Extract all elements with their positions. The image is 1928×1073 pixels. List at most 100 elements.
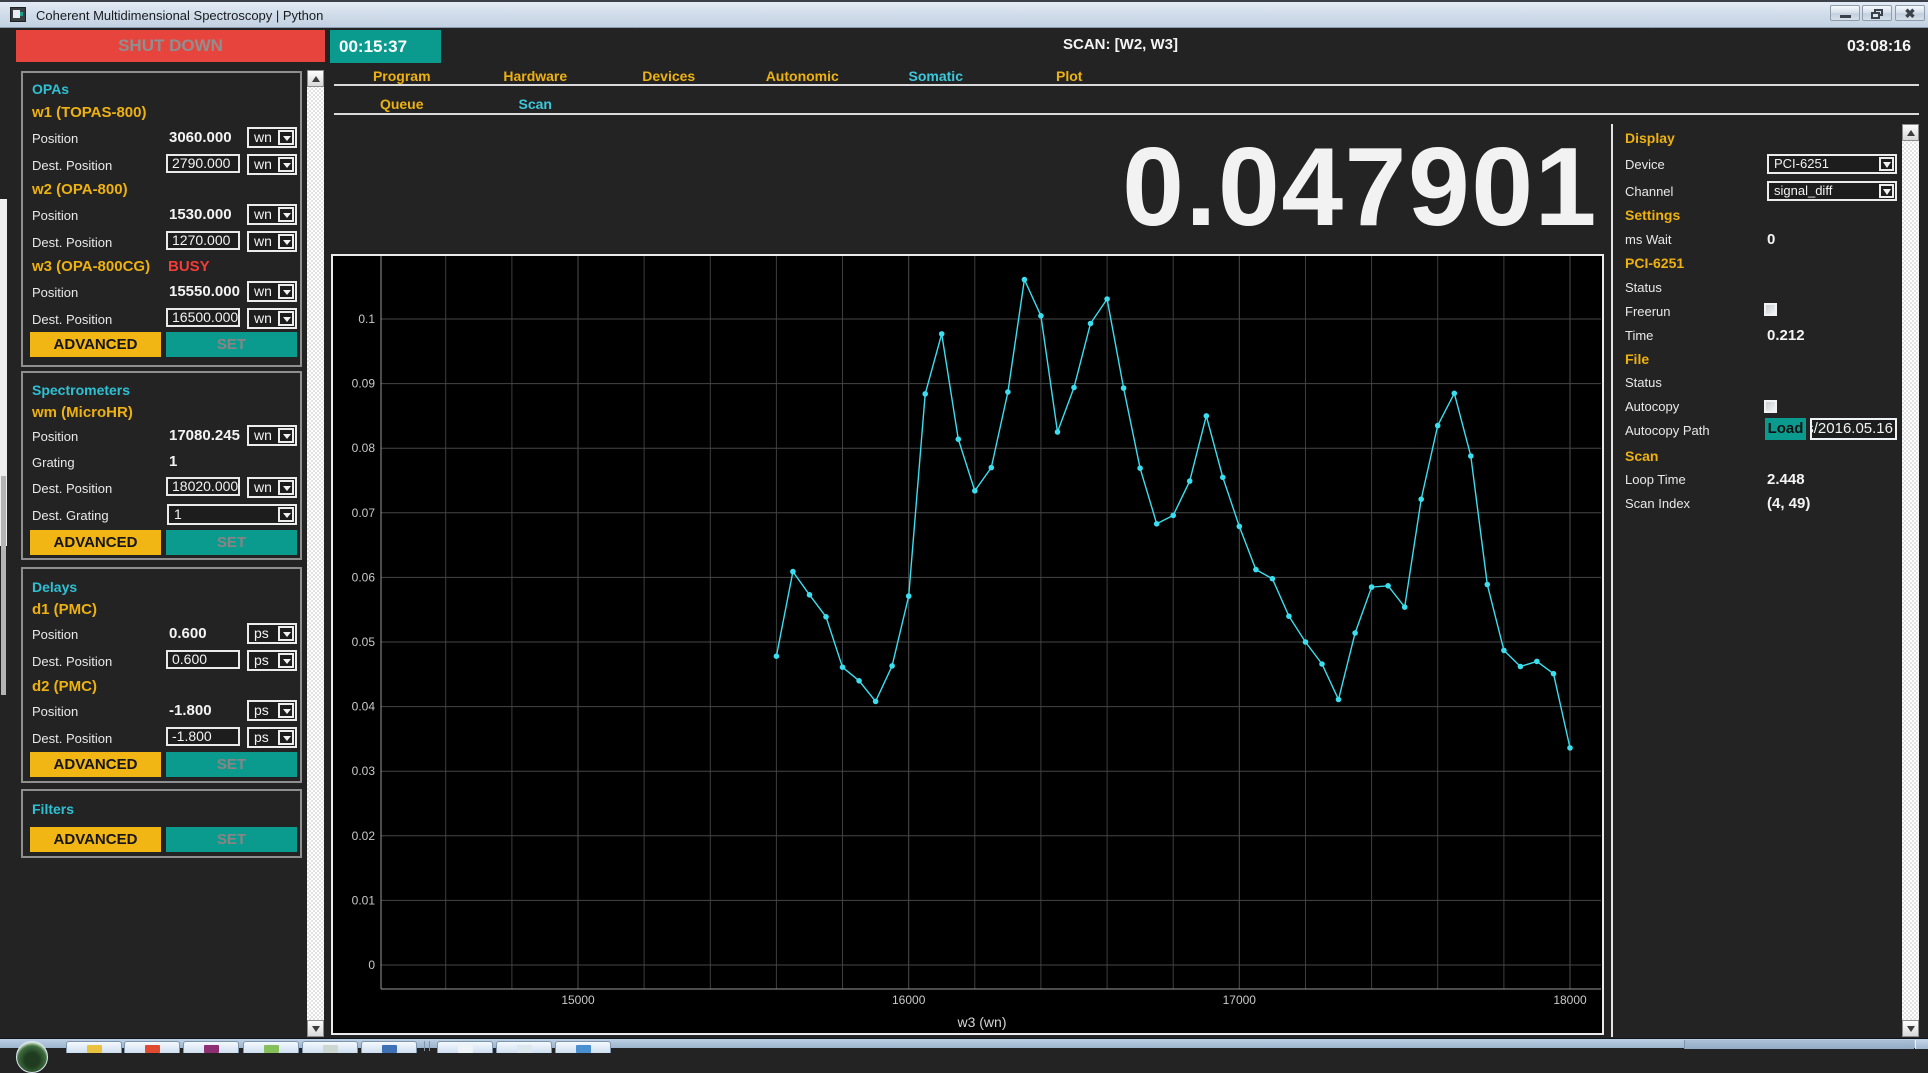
w1-position-unit-select[interactable]: wn: [247, 127, 297, 148]
dropdown-arrow-icon: [1879, 184, 1894, 198]
scroll-down-icon[interactable]: [1902, 1020, 1919, 1037]
channel-select[interactable]: signal_diff: [1767, 181, 1897, 201]
filters-set-button[interactable]: SET: [166, 827, 297, 852]
w2-dest-label: Dest. Position: [32, 235, 112, 250]
delays-groupbox: Delays d1 (PMC) Position 0.600 ps Dest. …: [21, 567, 302, 783]
filters-title: Filters: [32, 801, 74, 817]
close-button[interactable]: ✖: [1895, 5, 1925, 21]
dropdown-arrow-icon: [278, 284, 294, 299]
start-button[interactable]: [16, 1041, 48, 1073]
d2-position-unit-select[interactable]: ps: [247, 700, 297, 721]
d2-dest-label: Dest. Position: [32, 731, 112, 746]
w3-position-value: 15550.000: [169, 283, 241, 300]
autocopy-path-input[interactable]: s/2016.05.16: [1810, 418, 1897, 440]
taskbar-button-7[interactable]: [437, 1041, 493, 1053]
wm-dest-unit-select[interactable]: wn: [247, 477, 297, 498]
taskbar-button-9-icon: [576, 1045, 591, 1053]
w1-dest-unit-select[interactable]: wn: [247, 154, 297, 175]
tab-somatic[interactable]: Somatic: [869, 68, 1003, 84]
dropdown-arrow-icon: [278, 428, 294, 443]
tab-plot[interactable]: Plot: [1003, 68, 1137, 84]
w3-position-unit-select[interactable]: wn: [247, 281, 297, 302]
opas-title: OPAs: [32, 81, 69, 97]
w2-position-unit-select[interactable]: wn: [247, 204, 297, 225]
dropdown-arrow-icon: [278, 507, 294, 522]
svg-text:0.1: 0.1: [358, 312, 375, 326]
delays-title: Delays: [32, 579, 77, 595]
d1-dest-input[interactable]: 0.600: [166, 650, 240, 669]
delays-advanced-button[interactable]: ADVANCED: [30, 752, 161, 777]
spectrometers-set-button[interactable]: SET: [166, 530, 297, 555]
svg-text:0.01: 0.01: [352, 893, 376, 907]
wm-dest-grating-select[interactable]: 1: [167, 504, 297, 525]
left-panel-scrollbar[interactable]: [307, 70, 324, 1037]
load-button[interactable]: Load: [1765, 418, 1806, 440]
freerun-label: Freerun: [1625, 304, 1671, 319]
tab-hardware[interactable]: Hardware: [469, 68, 603, 84]
wm-dest-input[interactable]: 18020.000: [166, 477, 240, 496]
right-panel-scrollbar[interactable]: [1902, 124, 1919, 1037]
tab-scan[interactable]: Scan: [469, 96, 603, 112]
w2-dest-input[interactable]: 1270.000: [166, 231, 240, 250]
taskbar-button-1[interactable]: [66, 1041, 122, 1053]
svg-text:0.05: 0.05: [352, 635, 376, 649]
svg-text:15000: 15000: [561, 993, 595, 1007]
taskbar-separator: [429, 1041, 430, 1051]
shutdown-button[interactable]: SHUT DOWN: [16, 30, 325, 62]
opa-w3-title: w3 (OPA-800CG): [32, 258, 150, 275]
w3-dest-unit-select[interactable]: wn: [247, 308, 297, 329]
taskbar-button-1-icon: [87, 1045, 102, 1053]
w1-dest-unit: wn: [254, 156, 272, 172]
signal-readout: 0.047901: [1122, 123, 1598, 251]
device-label: Device: [1625, 157, 1665, 172]
taskbar-button-5[interactable]: [302, 1041, 358, 1053]
scroll-up-icon[interactable]: [307, 70, 324, 87]
taskbar-button-4[interactable]: [243, 1041, 299, 1053]
w1-position-label: Position: [32, 131, 78, 146]
tab-devices[interactable]: Devices: [602, 68, 736, 84]
dropdown-arrow-icon: [278, 730, 294, 745]
opas-set-button[interactable]: SET: [166, 332, 297, 357]
scan-plot[interactable]: 00.010.020.030.040.050.060.070.080.090.1…: [331, 254, 1604, 1035]
taskbar-button-8[interactable]: [496, 1041, 552, 1053]
wm-grating-value: 1: [169, 453, 241, 470]
dropdown-arrow-icon: [278, 703, 294, 718]
d1-dest-unit-select[interactable]: ps: [247, 650, 297, 671]
w3-busy-status: BUSY: [168, 258, 210, 275]
tab-queue[interactable]: Queue: [335, 96, 469, 112]
d2-position-unit: ps: [254, 702, 269, 718]
filters-advanced-button[interactable]: ADVANCED: [30, 827, 161, 852]
w3-dest-input[interactable]: 16500.000: [166, 308, 240, 327]
svg-text:0.07: 0.07: [352, 506, 376, 520]
w1-dest-input[interactable]: 2790.000: [166, 154, 240, 173]
scan-index-value: (4, 49): [1767, 495, 1810, 512]
autocopy-checkbox[interactable]: [1764, 400, 1777, 413]
restore-button[interactable]: [1862, 5, 1892, 21]
w1-dest-label: Dest. Position: [32, 158, 112, 173]
time-label: Time: [1625, 328, 1653, 343]
d2-dest-unit-select[interactable]: ps: [247, 727, 297, 748]
opas-advanced-button[interactable]: ADVANCED: [30, 332, 161, 357]
scroll-down-icon[interactable]: [307, 1020, 324, 1037]
delays-set-button[interactable]: SET: [166, 752, 297, 777]
w2-position-unit: wn: [254, 206, 272, 222]
device-select[interactable]: PCI-6251: [1767, 154, 1897, 174]
taskbar-button-2[interactable]: [124, 1041, 180, 1053]
svg-text:0.02: 0.02: [352, 829, 376, 843]
taskbar-button-9[interactable]: [555, 1041, 611, 1053]
taskbar-button-6[interactable]: [361, 1041, 417, 1053]
spectrometers-advanced-button[interactable]: ADVANCED: [30, 530, 161, 555]
sub-tabbar: Queue Scan: [335, 96, 602, 112]
taskbar-button-3[interactable]: [183, 1041, 239, 1053]
scan-status-label: SCAN: [W2, W3]: [1063, 36, 1323, 53]
scroll-up-icon[interactable]: [1902, 124, 1919, 141]
d1-position-unit-select[interactable]: ps: [247, 623, 297, 644]
freerun-checkbox[interactable]: [1764, 303, 1777, 316]
tab-autonomic[interactable]: Autonomic: [736, 68, 870, 84]
minimize-button[interactable]: [1830, 5, 1860, 21]
w2-dest-unit-select[interactable]: wn: [247, 231, 297, 252]
display-section-title: Display: [1625, 130, 1675, 146]
d2-dest-input[interactable]: -1.800: [166, 727, 240, 746]
wm-position-unit-select[interactable]: wn: [247, 425, 297, 446]
tab-program[interactable]: Program: [335, 68, 469, 84]
